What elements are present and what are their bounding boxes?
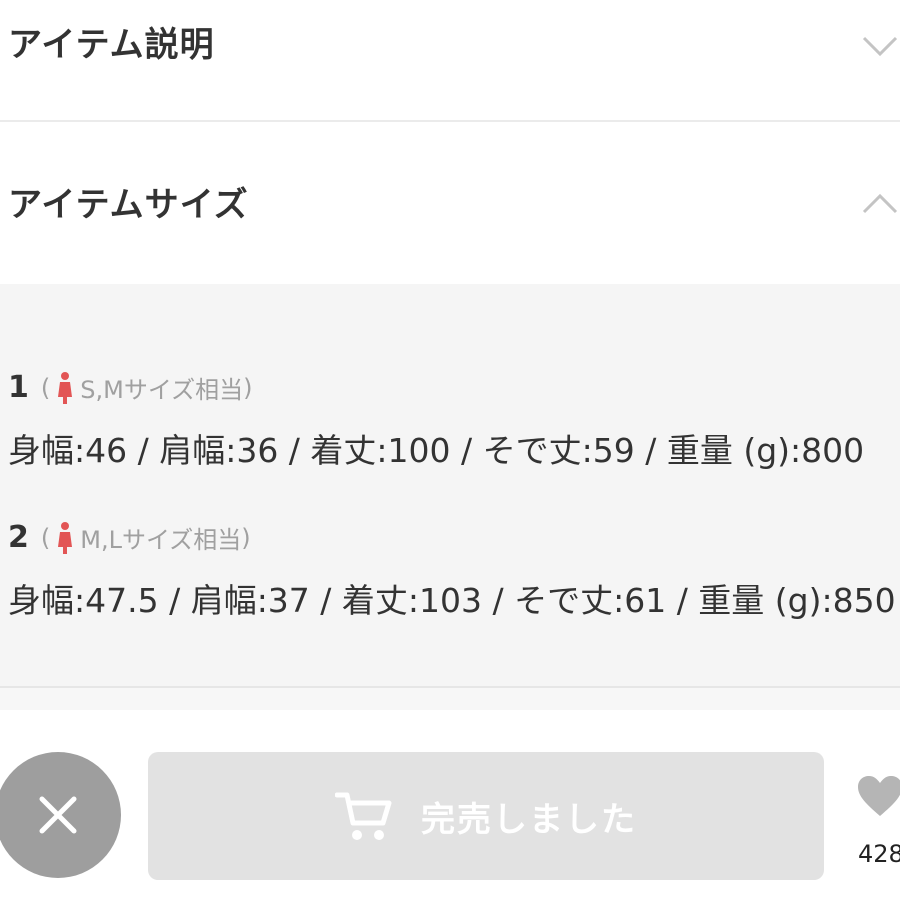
close-button[interactable]	[0, 752, 121, 878]
female-model-icon	[58, 521, 73, 554]
close-paren: )	[241, 523, 251, 552]
sold-out-button[interactable]: 完売しました	[148, 752, 824, 880]
cart-icon	[335, 792, 392, 840]
favorite-button[interactable]: 428	[856, 774, 900, 868]
item-description-title: アイテム説明	[8, 24, 215, 65]
size-number: 1	[8, 370, 29, 405]
open-paren: (	[40, 373, 51, 402]
chevron-down-icon[interactable]	[860, 30, 900, 60]
open-paren: (	[40, 523, 51, 552]
favorite-count: 428	[858, 840, 900, 868]
female-model-icon	[58, 371, 73, 404]
heart-icon	[858, 776, 900, 816]
size-measurements: 身幅:46 / 肩幅:36 / 着丈:100 / そで丈:59 / 重量 (g)…	[8, 431, 865, 470]
sold-out-label: 完売しました	[421, 799, 637, 840]
size-measurements: 身幅:47.5 / 肩幅:37 / 着丈:103 / そで丈:61 / 重量 (…	[8, 581, 896, 620]
item-description-header[interactable]: アイテム説明	[0, 0, 900, 120]
size-panel: 1 ( S,Mサイズ相当 ) 身幅:46 / 肩幅:36 / 着丈:100 / …	[0, 284, 900, 686]
size-row-header: 1 ( S,Mサイズ相当 )	[8, 370, 252, 405]
item-size-header[interactable]: アイテムサイズ	[0, 122, 900, 284]
chevron-up-icon[interactable]	[860, 188, 900, 218]
size-row-header: 2 ( M,Lサイズ相当 )	[8, 520, 251, 555]
size-equivalent-label: S,Mサイズ相当	[80, 376, 244, 404]
close-icon	[39, 796, 77, 834]
size-number: 2	[8, 520, 29, 555]
item-size-title: アイテムサイズ	[8, 184, 249, 225]
close-paren: )	[243, 373, 253, 402]
size-equivalent-label: M,Lサイズ相当	[80, 526, 242, 554]
bottom-bar-separator	[0, 688, 900, 710]
